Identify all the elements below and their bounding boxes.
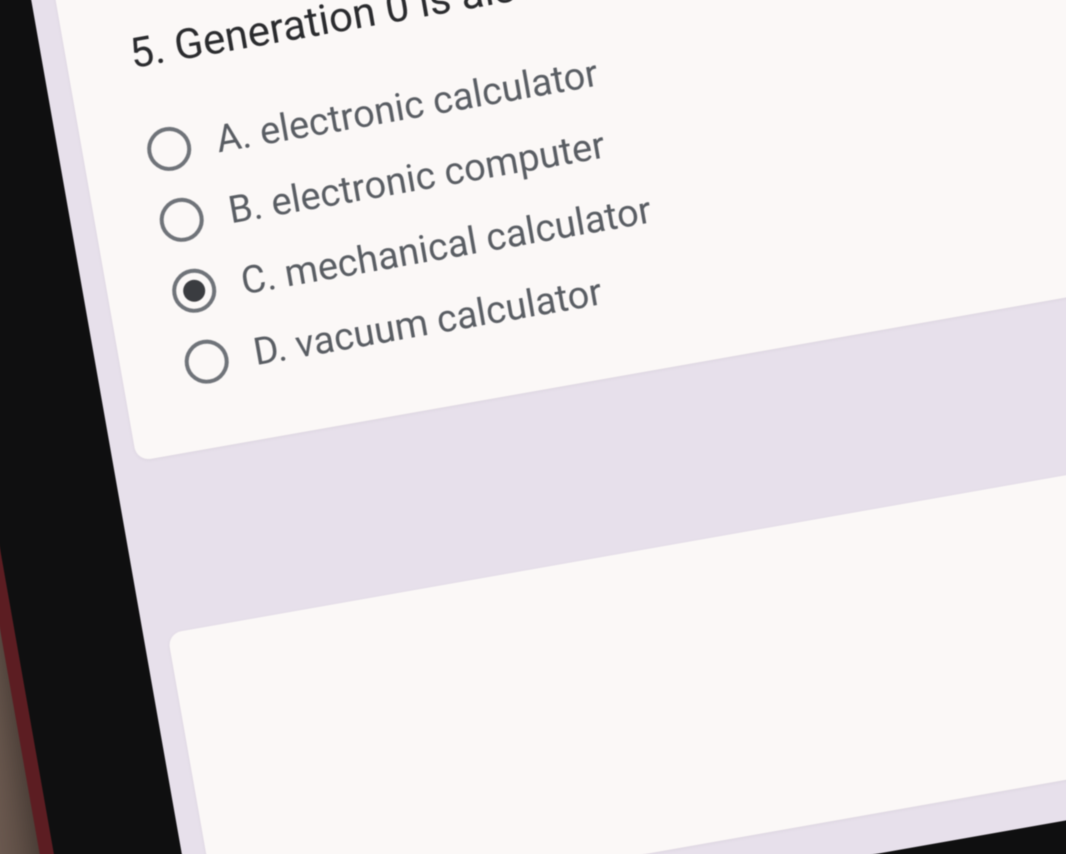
form-background: 5. Generation 0 is also known as . A. el…: [29, 0, 1066, 854]
next-card: [167, 453, 1066, 854]
radio-icon[interactable]: [156, 194, 207, 245]
radio-icon[interactable]: [169, 265, 220, 316]
options-group: A. electronic calculator B. electronic c…: [144, 0, 1066, 387]
scene: No internet connection 5. Generation 0 i…: [0, 0, 1066, 854]
radio-icon[interactable]: [181, 336, 232, 387]
question-card: 5. Generation 0 is also known as . A. el…: [53, 0, 1066, 461]
radio-icon[interactable]: [144, 123, 195, 174]
